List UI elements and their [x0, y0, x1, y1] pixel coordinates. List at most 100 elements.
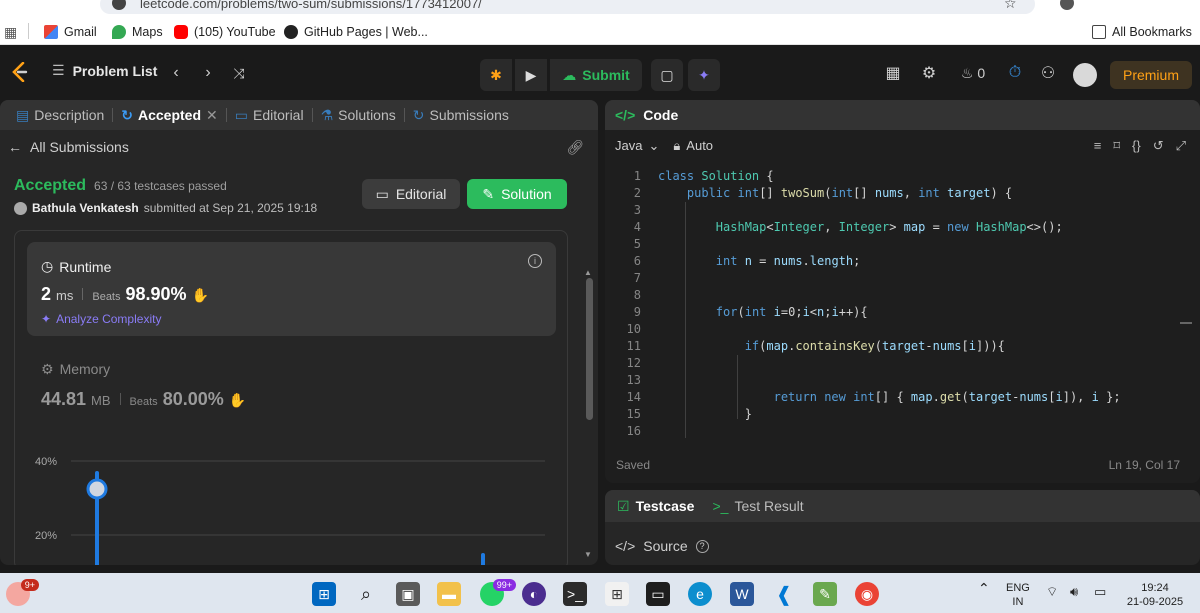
- chrome-icon[interactable]: ◉: [855, 582, 879, 606]
- format-icon[interactable]: ≡: [1094, 138, 1102, 154]
- language-select[interactable]: Java ⌄: [615, 138, 659, 154]
- add-friend-icon[interactable]: ⚇: [1038, 59, 1058, 87]
- file-explorer-icon[interactable]: ▬: [437, 582, 461, 606]
- submit-button[interactable]: ☁ Submit: [550, 59, 642, 91]
- ai-assist-button[interactable]: ✦: [688, 59, 720, 91]
- user-position-marker[interactable]: [86, 478, 108, 500]
- runtime-distribution-chart[interactable]: 40% 20%: [15, 431, 569, 565]
- runtime-card[interactable]: ◷ Runtime i 2 ms Beats 98.90% ✋ ✦ Analyz…: [27, 242, 556, 336]
- premium-button[interactable]: Premium: [1110, 61, 1192, 89]
- author-name[interactable]: Bathula Venkatesh: [32, 201, 139, 215]
- url-text[interactable]: leetcode.com/problems/two-sum/submission…: [140, 0, 482, 11]
- help-icon[interactable]: ?: [695, 539, 709, 553]
- notepad-icon[interactable]: ✎: [813, 582, 837, 606]
- tab-test-result[interactable]: >_ Test Result: [712, 498, 803, 514]
- scroll-up-icon[interactable]: ▲: [584, 268, 592, 277]
- widgets-icon[interactable]: 9+: [6, 579, 39, 606]
- problem-list-button[interactable]: ☰ Problem List: [52, 62, 157, 79]
- terminal-icon[interactable]: >_: [563, 582, 587, 606]
- code-line[interactable]: 8: [605, 287, 1190, 304]
- profile-icon[interactable]: [1060, 0, 1074, 10]
- scroll-down-icon[interactable]: ▼: [584, 550, 592, 559]
- code-line[interactable]: 2 public int[] twoSum(int[] nums, int ta…: [605, 185, 1190, 202]
- bookmark-gmail[interactable]: Gmail: [44, 23, 97, 41]
- braces-icon[interactable]: {}: [1132, 138, 1141, 154]
- battery-icon[interactable]: ▭: [1094, 585, 1106, 599]
- code-line[interactable]: 14 return new int[] { map.get(target-num…: [605, 389, 1190, 406]
- notes-button[interactable]: ▢: [651, 59, 683, 91]
- info-icon[interactable]: i: [528, 254, 542, 268]
- search-icon[interactable]: ⌕: [354, 582, 378, 606]
- task-view-icon[interactable]: ▣: [396, 582, 420, 606]
- link-icon[interactable]: 🔗︎: [566, 139, 584, 156]
- code-line[interactable]: 15 }: [605, 406, 1190, 423]
- chevron-right-icon[interactable]: ›: [200, 59, 216, 87]
- tab-submissions[interactable]: ↻ Submissions: [405, 100, 517, 130]
- tab-description[interactable]: ▤ Description: [8, 100, 112, 130]
- chevron-up-icon[interactable]: ⌃: [978, 581, 990, 595]
- all-bookmarks[interactable]: All Bookmarks: [1092, 23, 1192, 41]
- chevron-down-icon: ⌄: [648, 138, 660, 153]
- code-line[interactable]: 13: [605, 372, 1190, 389]
- code-line[interactable]: 5: [605, 236, 1190, 253]
- apps-grid-icon[interactable]: ▦: [4, 23, 17, 41]
- solution-button[interactable]: ✎ Solution: [467, 179, 567, 209]
- code-line[interactable]: 1 class Solution {: [605, 168, 1190, 185]
- timer-icon[interactable]: ⏱: [1006, 59, 1024, 87]
- wifi-icon[interactable]: ⌔: [1046, 585, 1058, 599]
- code-editor[interactable]: 1 class Solution {2 public int[] twoSum(i…: [605, 168, 1190, 440]
- eclipse-icon[interactable]: ◐: [522, 582, 546, 606]
- tab-solutions[interactable]: ⚗ Solutions: [313, 100, 404, 130]
- code-line[interactable]: 11 if(map.containsKey(target-nums[i])){: [605, 338, 1190, 355]
- code-line[interactable]: 16: [605, 423, 1190, 440]
- debug-button[interactable]: ✱: [480, 59, 512, 91]
- vscode-icon[interactable]: ❰: [772, 582, 796, 606]
- chevron-left-icon[interactable]: ‹: [168, 59, 184, 87]
- close-icon[interactable]: ✕: [206, 107, 218, 124]
- edge-icon[interactable]: e: [688, 582, 712, 606]
- leetcode-logo-icon[interactable]: [10, 62, 30, 82]
- volume-icon[interactable]: 🔊︎: [1070, 585, 1078, 599]
- code-line[interactable]: 9 for(int i=0;i<n;i++){: [605, 304, 1190, 321]
- bookmark-star-icon[interactable]: ☆: [1004, 0, 1017, 12]
- store-icon[interactable]: ⊞: [605, 582, 629, 606]
- shuffle-icon[interactable]: ⤨: [230, 59, 248, 87]
- editorial-button[interactable]: ▭ Editorial: [362, 179, 460, 209]
- whatsapp-icon[interactable]: 99+: [480, 579, 516, 606]
- line-text: }: [658, 407, 752, 421]
- code-line[interactable]: 6 int n = nums.length;: [605, 253, 1190, 270]
- streak-counter[interactable]: ♨ 0: [956, 59, 990, 87]
- source-toggle[interactable]: </> Source ?: [615, 538, 709, 554]
- code-line[interactable]: 4 HashMap<Integer, Integer> map = new Ha…: [605, 219, 1190, 236]
- all-submissions-link[interactable]: ← All Submissions: [8, 139, 129, 155]
- code-line[interactable]: 10: [605, 321, 1190, 338]
- windows-start-icon[interactable]: ⊞: [312, 582, 336, 606]
- run-button[interactable]: ▶: [515, 59, 547, 91]
- reset-icon[interactable]: ↺: [1153, 138, 1164, 154]
- word-icon[interactable]: W: [730, 582, 754, 606]
- analyze-complexity-link[interactable]: ✦ Analyze Complexity: [41, 312, 161, 326]
- expand-icon[interactable]: ⤢: [1176, 138, 1186, 154]
- layout-icon[interactable]: ▦: [884, 59, 902, 87]
- tab-testcase[interactable]: ☑ Testcase: [617, 498, 694, 515]
- settings-gear-icon[interactable]: ⚙: [920, 59, 938, 87]
- left-scrollbar[interactable]: ▲ ▼: [584, 268, 594, 559]
- bookmark-maps[interactable]: Maps: [112, 23, 163, 41]
- chart-bar[interactable]: [481, 553, 485, 565]
- bookmark-icon[interactable]: ⌑: [1113, 138, 1120, 154]
- tab-accepted[interactable]: ↻ Accepted ✕: [113, 100, 226, 130]
- clap-icon: ✋: [191, 287, 209, 303]
- code-line[interactable]: 3: [605, 202, 1190, 219]
- bookmark-youtube[interactable]: (105) YouTube: [174, 23, 276, 41]
- auto-mode[interactable]: 🔒︎ Auto: [673, 138, 713, 154]
- clock[interactable]: 19:24 21-09-2025: [1120, 581, 1190, 609]
- language-indicator[interactable]: ENG IN: [1006, 581, 1030, 609]
- code-line[interactable]: 12: [605, 355, 1190, 372]
- tab-editorial[interactable]: ▭ Editorial: [227, 100, 312, 130]
- bookmark-github[interactable]: GitHub Pages | Web...: [284, 23, 428, 41]
- memory-title[interactable]: ⚙ Memory: [41, 361, 110, 378]
- user-avatar[interactable]: [1073, 63, 1097, 87]
- code-line[interactable]: 7: [605, 270, 1190, 287]
- scrollbar-thumb[interactable]: [586, 278, 593, 420]
- cmd-icon[interactable]: ▭: [646, 582, 670, 606]
